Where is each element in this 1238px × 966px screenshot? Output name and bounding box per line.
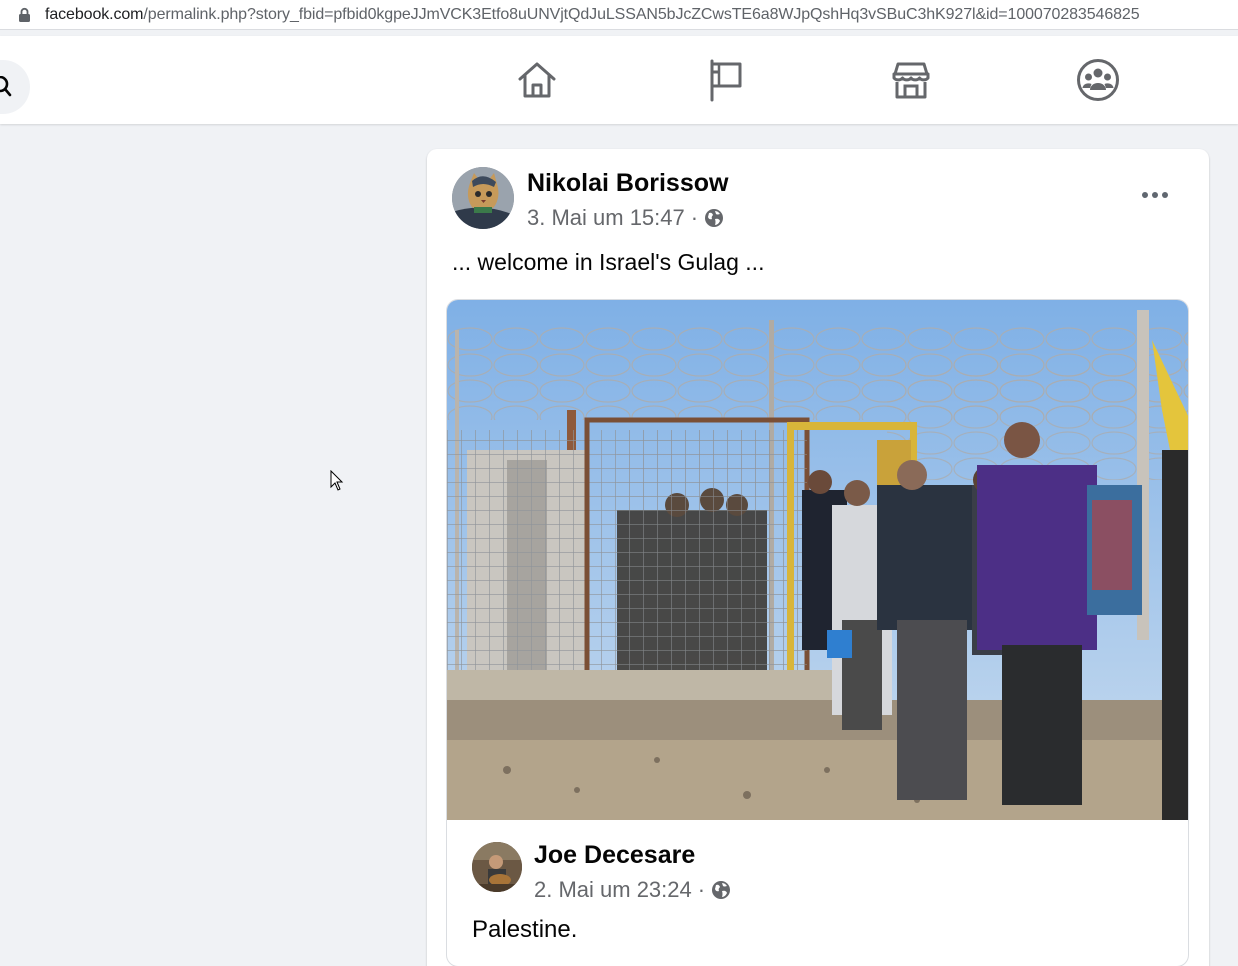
search-button[interactable] [0, 60, 30, 114]
mouse-cursor-icon [330, 470, 344, 491]
nav-marketplace-button[interactable] [889, 58, 933, 102]
marketplace-icon [892, 62, 930, 99]
lock-icon [18, 7, 31, 23]
author-avatar[interactable] [452, 167, 514, 229]
top-navigation [0, 36, 1238, 124]
post-author-name[interactable]: Nikolai Borissow [527, 169, 728, 198]
globe-icon[interactable] [711, 880, 731, 900]
pages-flag-icon [710, 59, 742, 102]
home-icon [518, 62, 556, 98]
post-options-button[interactable] [1137, 179, 1173, 211]
shared-post[interactable]: Joe Decesare 2. Mai um 23:24 · Palestine… [446, 299, 1189, 966]
shared-author-avatar[interactable] [472, 842, 522, 892]
shared-post-meta: 2. Mai um 23:24 · [534, 877, 731, 903]
url-path: /permalink.php?story_fbid=pfbid0kgpeJJmV… [143, 5, 1140, 23]
url-host: facebook.com [45, 5, 144, 23]
post-timestamp[interactable]: 3. Mai um 15:47 [527, 205, 685, 231]
post-meta: 3. Mai um 15:47 · [527, 205, 724, 231]
globe-icon[interactable] [704, 208, 724, 228]
post-text: ... welcome in Israel's Gulag ... [452, 249, 765, 275]
shared-post-text: Palestine. [472, 916, 578, 943]
shared-post-timestamp[interactable]: 2. Mai um 23:24 [534, 877, 692, 903]
nav-groups-button[interactable] [1076, 58, 1120, 102]
meta-separator: · [690, 205, 699, 230]
more-horizontal-icon [1142, 192, 1168, 198]
post-card: Nikolai Borissow 3. Mai um 15:47 · ... w… [427, 149, 1209, 966]
nav-home-button[interactable] [515, 58, 559, 102]
nav-pages-button[interactable] [703, 58, 747, 102]
search-icon [0, 76, 12, 97]
shared-author-name[interactable]: Joe Decesare [534, 841, 695, 870]
meta-separator: · [697, 877, 706, 902]
groups-icon [1077, 59, 1119, 101]
shared-post-photo[interactable] [447, 300, 1188, 820]
browser-address-bar[interactable]: facebook.com/permalink.php?story_fbid=pf… [0, 0, 1238, 30]
url-text[interactable]: facebook.com/permalink.php?story_fbid=pf… [45, 6, 1140, 24]
